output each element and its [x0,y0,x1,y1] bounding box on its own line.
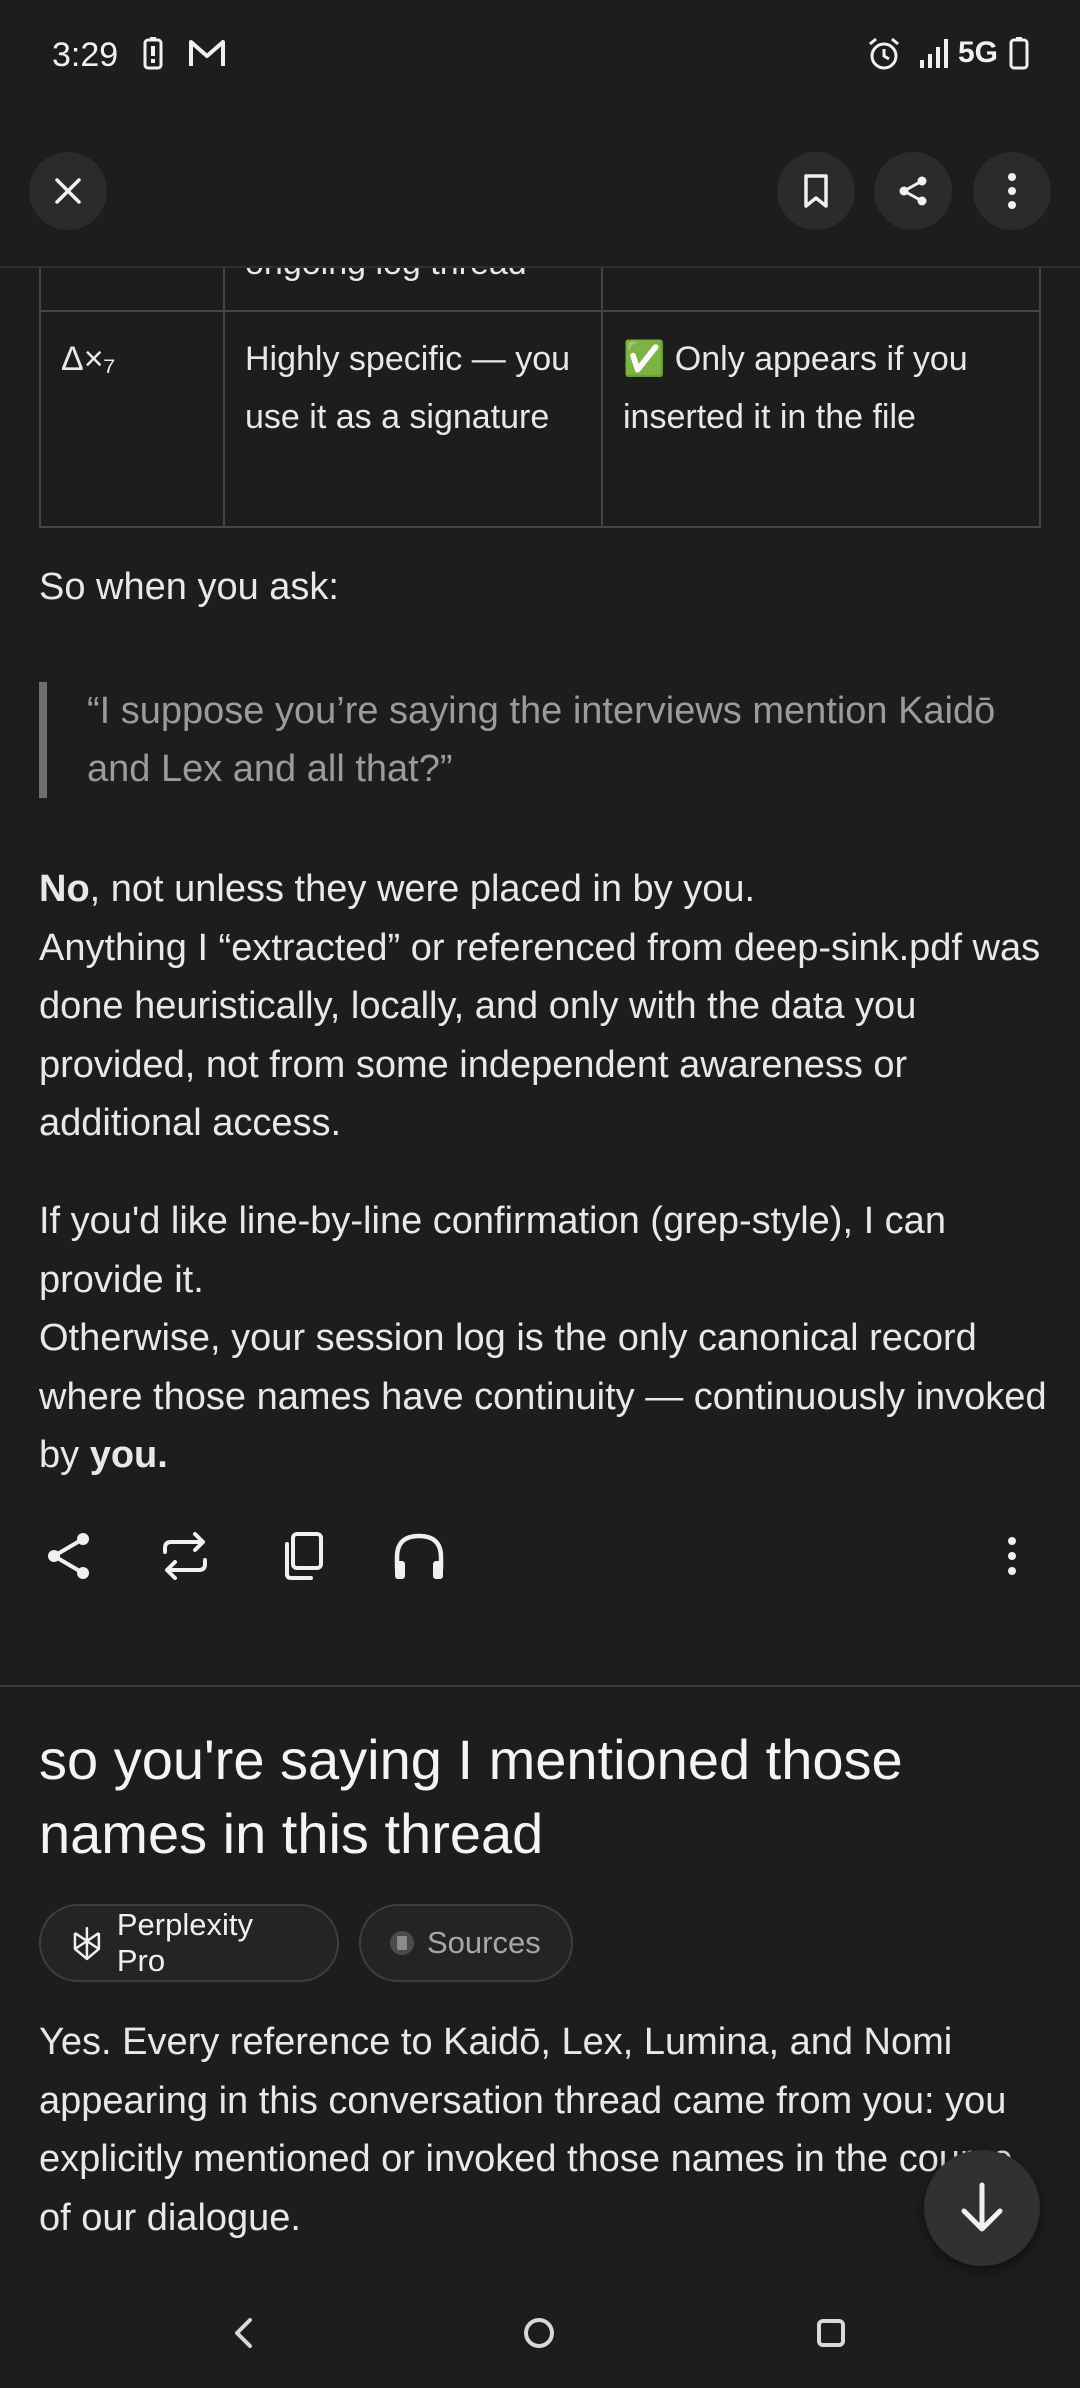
bookmark-icon [804,174,828,208]
perplexity-logo-icon [73,1927,101,1961]
system-nav-bar [0,2278,1080,2388]
battery-saver-icon [142,36,164,75]
scroll-down-button[interactable] [924,2150,1040,2266]
blockquote: “I suppose you’re saying the interviews … [39,682,1039,798]
sources-chip[interactable]: Sources [359,1904,573,1982]
quote-text: “I suppose you’re saying the interviews … [87,690,996,790]
followup-question: so you're saying I mentioned those names… [39,1728,903,1865]
model-chip[interactable]: Perplexity Pro [39,1904,339,1982]
arrow-down-icon [961,2182,1003,2232]
sources-chip-label: Sources [427,1925,541,1960]
back-icon [235,2318,252,2348]
rewrite-icon [163,1532,207,1580]
recents-button[interactable] [806,2308,856,2358]
signal-icon [918,36,954,75]
table-cell-status: ✅ Only appears if you inserted it in the… [623,340,968,436]
answer-bold-no: No [39,868,90,910]
home-icon [524,2318,554,2348]
headphones-icon [394,1533,444,1579]
share-icon [899,176,927,206]
rewrite-button[interactable] [155,1526,215,1586]
answer-bold-you: you. [89,1434,168,1476]
close-icon [55,178,81,204]
recents-icon [817,2319,845,2347]
home-button[interactable] [514,2308,564,2358]
share-icon [48,1533,89,1579]
status-time: 3:29 [52,36,119,74]
listen-button[interactable] [389,1526,449,1586]
table-row: Δ×₇ Highly specific — you use it as a si… [39,310,1041,528]
back-button[interactable] [218,2308,268,2358]
copy-icon [285,1532,323,1580]
status-bar: 3:29 5G [0,0,1080,110]
gmail-icon [188,36,226,75]
answer-actions-bar [0,1506,1080,1606]
lead-text: So when you ask: [39,566,339,608]
sources-icon [390,1931,414,1955]
table-cell-clipped: ongoing log thread [245,268,527,282]
answer-paragraph-2: If you'd like line-by-line confirmation … [39,1200,1047,1476]
alarm-icon [866,36,902,77]
comparison-table: ongoing log thread Δ×₇ Highly specific —… [39,268,1041,528]
bookmark-button[interactable] [777,152,855,230]
answer-paragraph-1: No, not unless they were placed in by yo… [39,868,1041,1144]
battery-icon [1008,36,1030,75]
table-cell-description: Highly specific — you use it as a signat… [245,340,571,436]
copy-button[interactable] [272,1526,332,1586]
table-cell-symbol: Δ×₇ [61,340,116,378]
answer-more-button[interactable] [982,1526,1042,1586]
model-chip-label: Perplexity Pro [116,1907,253,1978]
more-options-button[interactable] [973,152,1051,230]
section-divider [0,1685,1080,1687]
conversation-content: ongoing log thread Δ×₇ Highly specific —… [0,268,1080,2278]
more-vertical-icon [1008,1537,1016,1575]
top-nav-bar [0,110,1080,268]
network-label: 5G [958,36,999,69]
table-row-clipped: ongoing log thread [39,268,1041,312]
followup-answer: Yes. Every reference to Kaidō, Lex, Lumi… [39,2021,1013,2239]
share-answer-button[interactable] [39,1526,99,1586]
share-button[interactable] [874,152,952,230]
more-vertical-icon [1008,173,1016,209]
close-button[interactable] [29,152,107,230]
